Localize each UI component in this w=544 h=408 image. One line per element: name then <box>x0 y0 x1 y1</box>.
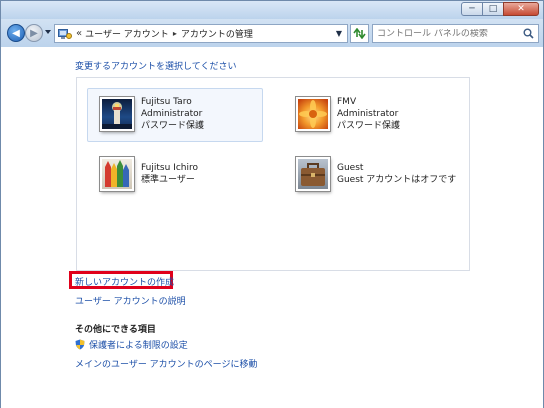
accounts-list: Fujitsu Taro Administrator パスワード保護 FMV A… <box>76 77 470 271</box>
refresh-button[interactable] <box>350 24 369 43</box>
account-status: パスワード保護 <box>141 121 205 131</box>
account-type: Guest アカウントはオフです <box>337 175 457 185</box>
account-type: Administrator <box>337 109 399 119</box>
account-type: 標準ユーザー <box>141 175 195 185</box>
account-name: Fujitsu Ichiro <box>141 163 198 173</box>
content-pane: 変更するアカウントを選択してください Fujitsu Taro Administ… <box>1 47 543 408</box>
control-panel-icon <box>57 27 73 41</box>
close-button[interactable]: ✕ <box>503 2 539 16</box>
account-tile-fujitsu-ichiro[interactable]: Fujitsu Ichiro 標準ユーザー <box>87 148 263 202</box>
account-name: Fujitsu Taro <box>141 97 192 107</box>
address-overflow-icon[interactable]: « <box>76 28 82 39</box>
uac-shield-icon <box>75 339 85 350</box>
explain-accounts-link[interactable]: ユーザー アカウントの説明 <box>75 294 186 307</box>
breadcrumb-manage-accounts[interactable]: アカウントの管理 <box>181 27 253 40</box>
avatar-crayons-icon <box>100 157 134 191</box>
breadcrumb-separator-icon[interactable]: ▸ <box>173 29 177 38</box>
back-button[interactable]: ◀ <box>7 24 25 42</box>
page-heading: 変更するアカウントを選択してください <box>75 62 237 72</box>
account-tile-fujitsu-taro[interactable]: Fujitsu Taro Administrator パスワード保護 <box>87 88 263 142</box>
search-box[interactable] <box>372 24 539 43</box>
create-account-link[interactable]: 新しいアカウントの作成 <box>75 275 174 288</box>
avatar-suitcase-icon <box>296 157 330 191</box>
breadcrumb-user-accounts[interactable]: ユーザー アカウント <box>85 27 169 40</box>
account-tile-guest[interactable]: Guest Guest アカウントはオフです <box>283 148 459 202</box>
account-info: Fujitsu Taro Administrator パスワード保護 <box>141 96 204 132</box>
address-bar[interactable]: « ユーザー アカウント ▸ アカウントの管理 ▼ <box>54 24 348 43</box>
account-tile-fmv[interactable]: FMV Administrator パスワード保護 <box>283 88 459 142</box>
address-dropdown-icon[interactable]: ▼ <box>331 25 347 42</box>
account-status: パスワード保護 <box>337 121 401 131</box>
control-panel-window: ─ □ ✕ ◀ ▶ « ユーザー アカウント ▸ アカウントの管理 ▼ コントロ… <box>0 0 544 408</box>
forward-button[interactable]: ▶ <box>25 24 43 42</box>
parental-controls-link[interactable]: 保護者による制限の設定 <box>89 338 188 351</box>
recent-pages-dropdown[interactable] <box>45 30 51 34</box>
search-icon[interactable] <box>523 28 534 42</box>
parental-controls-item[interactable]: 保護者による制限の設定 <box>75 338 188 351</box>
maximize-button[interactable]: □ <box>482 2 504 16</box>
navigation-bar: ◀ ▶ « ユーザー アカウント ▸ アカウントの管理 ▼ <box>1 19 543 47</box>
title-bar: ─ □ ✕ <box>1 1 543 19</box>
account-name: Guest <box>337 163 364 173</box>
window-controls: ─ □ ✕ <box>461 2 539 16</box>
avatar-flower-icon <box>296 97 330 131</box>
minimize-button[interactable]: ─ <box>461 2 483 16</box>
refresh-icon <box>353 28 366 39</box>
account-type: Administrator <box>141 109 203 119</box>
account-info: FMV Administrator パスワード保護 <box>337 96 400 132</box>
search-input[interactable] <box>377 28 517 39</box>
account-info: Fujitsu Ichiro 標準ユーザー <box>141 162 198 186</box>
main-user-accounts-link[interactable]: メインのユーザー アカウントのページに移動 <box>75 357 258 370</box>
create-account-highlight: 新しいアカウントの作成 <box>69 271 174 289</box>
account-info: Guest Guest アカウントはオフです <box>337 162 456 186</box>
avatar-lighthouse-icon <box>100 97 134 131</box>
other-tasks-heading: その他にできる項目 <box>75 325 156 335</box>
account-name: FMV <box>337 97 357 107</box>
